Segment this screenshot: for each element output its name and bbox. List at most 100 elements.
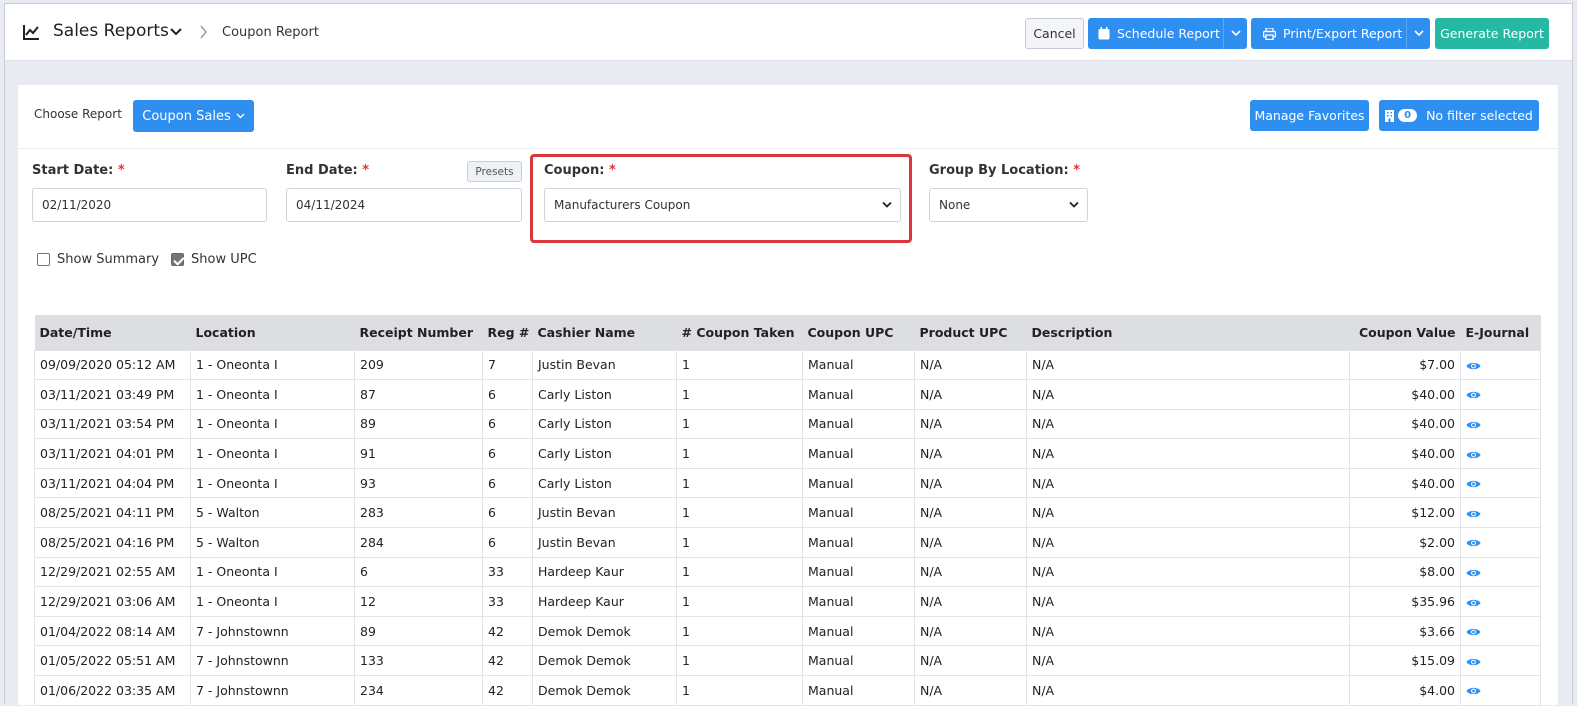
table-cell: $15.09 <box>1349 645 1461 677</box>
table-cell: Carly Liston <box>532 438 677 469</box>
e-journal-cell <box>1460 615 1541 647</box>
eye-icon[interactable] <box>1466 686 1481 696</box>
eye-icon[interactable] <box>1466 479 1481 489</box>
table-cell: 03/11/2021 04:01 PM <box>34 438 191 469</box>
table-cell: N/A <box>914 556 1027 588</box>
table-cell: 33 <box>482 556 533 588</box>
table-cell: N/A <box>914 645 1027 677</box>
column-header[interactable]: Reg # <box>482 315 533 350</box>
table-cell: Justin Bevan <box>532 497 677 529</box>
table-cell: 6 <box>482 467 533 499</box>
table-cell: 12/29/2021 02:55 AM <box>34 556 191 588</box>
table-cell: 89 <box>354 615 483 647</box>
eye-icon[interactable] <box>1466 420 1481 430</box>
chevron-down-icon[interactable] <box>170 27 182 37</box>
chevron-down-icon <box>1413 30 1424 37</box>
show-summary-option[interactable]: Show Summary <box>37 252 159 267</box>
table-cell: N/A <box>914 379 1027 410</box>
eye-icon[interactable] <box>1466 450 1481 460</box>
table-cell: Manual <box>802 438 915 469</box>
eye-icon[interactable] <box>1466 390 1481 400</box>
table-cell: 1 - Oneonta I <box>190 556 355 588</box>
schedule-report-dropdown[interactable] <box>1223 18 1247 49</box>
choose-report-label: Choose Report <box>34 107 122 121</box>
schedule-report-button[interactable]: Schedule Report <box>1088 18 1223 49</box>
eye-icon[interactable] <box>1466 627 1481 637</box>
table-cell: 01/06/2022 03:35 AM <box>34 675 191 706</box>
print-export-dropdown[interactable] <box>1406 18 1430 49</box>
group-by-location-select[interactable]: None <box>929 188 1088 222</box>
line-chart-icon <box>23 25 39 40</box>
table-cell: $3.66 <box>1349 615 1461 647</box>
table-cell: $40.00 <box>1349 408 1461 440</box>
building-icon <box>1385 109 1395 122</box>
coupon-label-text: Coupon: <box>544 163 605 178</box>
generate-report-button[interactable]: Generate Report <box>1435 18 1549 49</box>
eye-icon[interactable] <box>1466 361 1481 371</box>
group-by-value: None <box>939 198 971 212</box>
chevron-down-icon <box>1069 201 1079 208</box>
cancel-button[interactable]: Cancel <box>1025 18 1084 49</box>
printer-icon <box>1263 27 1276 40</box>
start-date-label: Start Date: * <box>32 163 125 178</box>
table-cell: 1 <box>676 379 803 410</box>
table-cell: N/A <box>914 497 1027 529</box>
column-header[interactable]: Cashier Name <box>532 315 677 350</box>
column-header[interactable]: Date/Time <box>34 315 191 350</box>
table-cell: 33 <box>482 586 533 617</box>
table-cell: Carly Liston <box>532 408 677 440</box>
e-journal-cell <box>1460 408 1541 440</box>
table-cell: Manual <box>802 615 915 647</box>
table-cell: 209 <box>354 349 483 381</box>
e-journal-cell <box>1460 349 1541 381</box>
table-cell: Manual <box>802 379 915 410</box>
column-header[interactable]: Description <box>1026 315 1350 350</box>
presets-button[interactable]: Presets <box>467 161 522 182</box>
filter-button[interactable]: 0 No filter selected <box>1379 100 1539 131</box>
table-cell: 93 <box>354 467 483 499</box>
column-header[interactable]: # Coupon Taken <box>676 315 803 350</box>
end-date-field[interactable]: 04/11/2024 <box>286 188 522 222</box>
start-date-field[interactable]: 02/11/2020 <box>32 188 267 222</box>
manage-favorites-button[interactable]: Manage Favorites <box>1250 100 1369 131</box>
table-cell: 7 <box>482 349 533 381</box>
eye-icon[interactable] <box>1466 598 1481 608</box>
table-cell: 6 <box>354 556 483 588</box>
breadcrumb: Coupon Report <box>222 25 319 40</box>
table-cell: 6 <box>482 408 533 440</box>
table-cell: N/A <box>1026 408 1350 440</box>
table-cell: 01/04/2022 08:14 AM <box>34 615 191 647</box>
table-cell: 5 - Walton <box>190 497 355 529</box>
table-row: 12/29/2021 03:06 AM 1 - Oneonta I 12 33 Hard… <box>34 586 1541 617</box>
table-cell: 87 <box>354 379 483 410</box>
show-upc-label: Show UPC <box>191 252 257 267</box>
show-upc-checkbox[interactable] <box>171 253 184 266</box>
column-header[interactable]: E-Journal <box>1460 315 1541 350</box>
table-cell: 133 <box>354 645 483 677</box>
page-title: Sales Reports <box>53 21 169 41</box>
show-summary-checkbox[interactable] <box>37 253 50 266</box>
chevron-down-icon <box>882 201 892 208</box>
column-header[interactable]: Location <box>190 315 355 350</box>
report-type-dropdown[interactable]: Coupon Sales <box>133 100 254 132</box>
coupon-select[interactable]: Manufacturers Coupon <box>544 188 901 222</box>
end-date-label: End Date: * <box>286 163 369 178</box>
show-upc-option[interactable]: Show UPC <box>171 252 257 267</box>
table-cell: 1 <box>676 586 803 617</box>
eye-icon[interactable] <box>1466 509 1481 519</box>
eye-icon[interactable] <box>1466 538 1481 548</box>
table-cell: Manual <box>802 349 915 381</box>
column-header[interactable]: Coupon Value <box>1349 315 1461 350</box>
eye-icon[interactable] <box>1466 568 1481 578</box>
app-frame: Sales Reports Coupon Report Cancel Sched… <box>4 3 1573 706</box>
column-header[interactable]: Receipt Number <box>354 315 483 350</box>
eye-icon[interactable] <box>1466 657 1481 667</box>
chevron-down-icon <box>236 113 245 119</box>
column-header[interactable]: Coupon UPC <box>802 315 915 350</box>
table-cell: 7 - Johnstownn <box>190 615 355 647</box>
table-cell: 1 - Oneonta I <box>190 467 355 499</box>
print-export-button[interactable]: Print/Export Report <box>1251 18 1406 49</box>
table-cell: 1 - Oneonta I <box>190 438 355 469</box>
table-cell: 1 <box>676 467 803 499</box>
column-header[interactable]: Product UPC <box>914 315 1027 350</box>
